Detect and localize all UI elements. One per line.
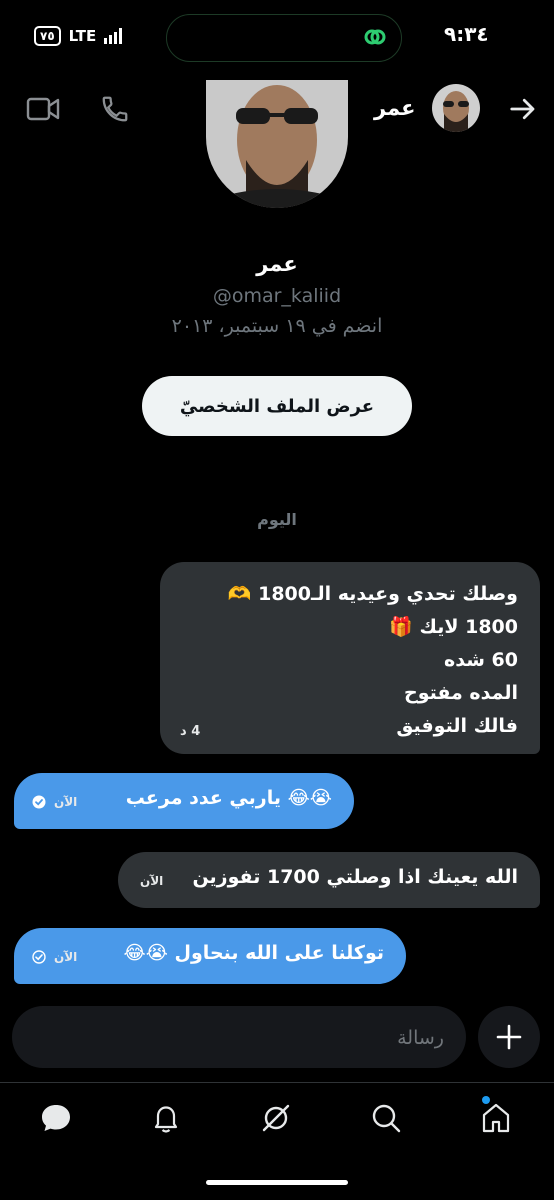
message-timestamp: الآن xyxy=(54,795,78,809)
add-attachment-button[interactable] xyxy=(478,1006,540,1068)
status-time: ٩:٣٤ xyxy=(444,22,489,46)
message-lines: وصلك تحدي وعيديه الـ1800 🫶 1800 لايك 🎁 6… xyxy=(228,578,518,743)
home-indicator[interactable] xyxy=(206,1180,348,1185)
home-notification-dot xyxy=(482,1096,490,1104)
message-line: فالك التوفيق xyxy=(396,715,518,737)
header-contact-name: عمر xyxy=(374,96,416,120)
profile-handle: @omar_kaliid xyxy=(212,285,342,307)
view-profile-button[interactable]: عرض الملف الشخصيّ xyxy=(142,376,412,436)
message-timestamp: 4 د xyxy=(180,724,201,739)
message-bubble-received[interactable]: وصلك تحدي وعيديه الـ1800 🫶 1800 لايك 🎁 6… xyxy=(160,562,540,754)
message-bubble-sent[interactable]: 😭😂 ياربي عدد مرعب الآن xyxy=(14,773,354,829)
message-line: 1800 لايك 🎁 xyxy=(389,616,518,638)
message-composer[interactable] xyxy=(12,1006,466,1070)
messages-icon[interactable] xyxy=(38,1100,74,1136)
profile-avatar[interactable] xyxy=(206,80,348,208)
notifications-icon[interactable] xyxy=(148,1100,184,1136)
grok-icon[interactable] xyxy=(258,1100,294,1136)
message-line: وصلك تحدي وعيديه الـ1800 🫶 xyxy=(227,583,518,605)
message-text: 😭😂 ياربي عدد مرعب xyxy=(125,787,332,809)
message-text: الله يعينك اذا وصلتي 1700 تفوزين xyxy=(192,866,518,888)
back-arrow-icon[interactable] xyxy=(508,94,538,124)
battery-level: ٧٥ xyxy=(40,29,55,43)
sent-check-icon xyxy=(32,950,46,964)
profile-name: عمر xyxy=(256,252,298,276)
link-icon xyxy=(364,29,386,45)
signal-icon xyxy=(104,28,123,44)
search-icon[interactable] xyxy=(368,1100,404,1136)
read-check-icon xyxy=(32,795,46,809)
home-icon[interactable] xyxy=(478,1100,514,1136)
network-type: LTE xyxy=(68,27,97,45)
battery-indicator: ٧٥ xyxy=(34,26,61,46)
message-text: توكلنا على الله بنحاول 😭😂 xyxy=(123,942,385,964)
message-timestamp: الآن xyxy=(54,950,78,964)
message-line: 60 شده xyxy=(444,649,518,671)
status-bar-left: ٧٥ LTE xyxy=(34,26,126,46)
message-bubble-received[interactable]: الله يعينك اذا وصلتي 1700 تفوزين الآن xyxy=(118,852,540,908)
message-timestamp: الآن xyxy=(140,874,164,888)
nav-divider xyxy=(0,1082,554,1083)
message-line: المده مفتوح xyxy=(404,682,518,704)
dynamic-island xyxy=(166,14,402,62)
phone-call-icon[interactable] xyxy=(100,94,130,124)
header-avatar[interactable] xyxy=(432,84,480,132)
profile-joined-date: انضم في ١٩ سبتمبر، ٢٠١٣ xyxy=(171,315,383,337)
message-bubble-sent[interactable]: توكلنا على الله بنحاول 😭😂 الآن xyxy=(14,928,406,984)
message-input[interactable] xyxy=(32,1006,446,1070)
plus-icon xyxy=(496,1024,522,1050)
day-separator: اليوم xyxy=(257,510,297,529)
video-call-icon[interactable] xyxy=(26,96,60,122)
